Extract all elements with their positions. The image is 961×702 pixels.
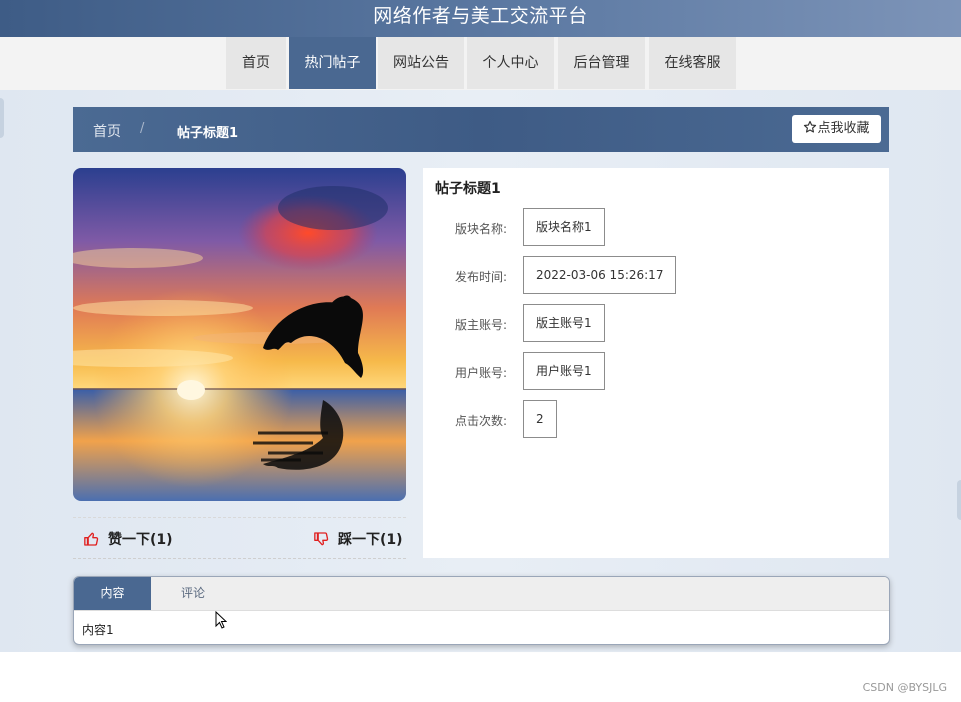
field-label: 版块名称: (455, 222, 508, 236)
nav-admin[interactable]: 后台管理 (557, 37, 646, 89)
edge-decoration (0, 98, 4, 138)
field-value: 版主账号1 (523, 304, 605, 342)
thumbs-down-icon (314, 532, 329, 546)
mouse-cursor-icon (215, 611, 227, 629)
site-title: 网络作者与美工交流平台 (373, 5, 588, 27)
field-value: 版块名称1 (523, 208, 605, 246)
breadcrumb-current: 帖子标题1 (177, 126, 239, 141)
field-label: 用户账号: (455, 366, 508, 380)
field-value: 2 (523, 400, 557, 438)
dislike-button[interactable]: 踩一下(1) (313, 529, 403, 549)
field-label: 点击次数: (455, 414, 508, 428)
watermark: CSDN @BYSJLG (862, 681, 947, 694)
breadcrumb: 首页 / 帖子标题1 点我收藏 (73, 107, 889, 152)
dislike-label: 踩一下(1) (338, 532, 403, 548)
tab-content[interactable]: 内容 (74, 577, 151, 610)
like-label: 赞一下(1) (108, 532, 173, 548)
star-outline-icon (804, 120, 817, 133)
nav-home[interactable]: 首页 (225, 37, 287, 89)
like-button[interactable]: 赞一下(1) (83, 529, 173, 549)
post-info-panel: 帖子标题1 版块名称: 版块名称1 发布时间: 2022-03-06 15:26… (423, 168, 889, 558)
favorite-label: 点我收藏 (817, 121, 870, 136)
field-label: 版主账号: (455, 318, 508, 332)
post-image (73, 168, 406, 501)
favorite-button[interactable]: 点我收藏 (792, 115, 881, 143)
field-label: 发布时间: (455, 270, 508, 284)
tab-comments[interactable]: 评论 (151, 577, 235, 610)
nav-announcements[interactable]: 网站公告 (377, 37, 465, 89)
vote-row: 赞一下(1) 踩一下(1) (73, 517, 406, 559)
breadcrumb-separator: / (140, 121, 145, 136)
post-content-text: 内容1 (82, 623, 114, 637)
nav-customer-service[interactable]: 在线客服 (648, 37, 737, 89)
thumbs-up-icon (84, 532, 99, 546)
edge-decoration (957, 480, 961, 520)
content-tabs-card: 内容 评论 内容1 (73, 576, 890, 645)
post-title: 帖子标题1 (435, 181, 501, 197)
nav-hot-posts[interactable]: 热门帖子 (288, 37, 377, 89)
field-value: 2022-03-06 15:26:17 (523, 256, 677, 294)
nav-personal-center[interactable]: 个人中心 (466, 37, 555, 89)
main-nav: 首页 热门帖子 网站公告 个人中心 后台管理 在线客服 (0, 37, 961, 90)
tab-bar: 内容 评论 (74, 577, 889, 611)
dolphin-sunset-photo (73, 168, 406, 501)
field-value: 用户账号1 (523, 352, 605, 390)
app-header: 网络作者与美工交流平台 (0, 0, 961, 37)
breadcrumb-home[interactable]: 首页 (93, 121, 121, 141)
